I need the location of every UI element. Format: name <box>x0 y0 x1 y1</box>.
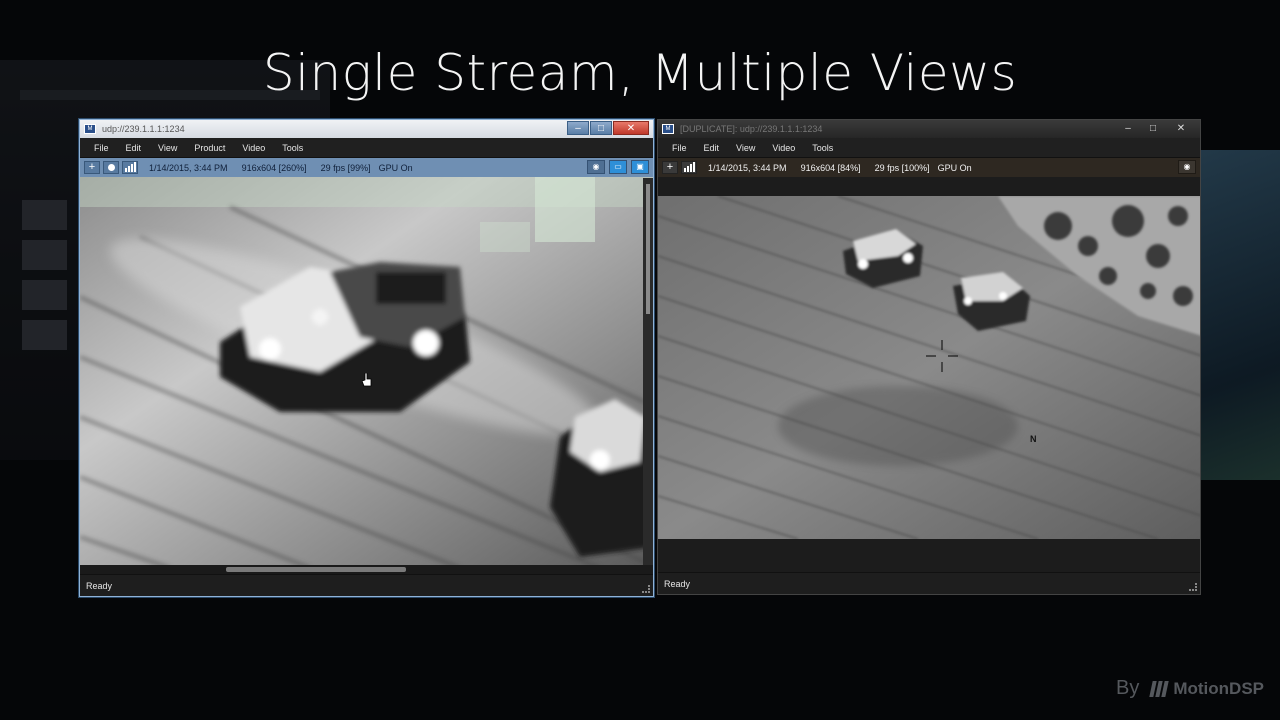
menu-tools[interactable]: Tools <box>282 143 303 153</box>
add-button[interactable]: + <box>662 161 678 174</box>
status-bar: Ready <box>658 572 1200 594</box>
stream-fps: 29 fps [99%] <box>320 162 371 173</box>
maximize-button[interactable]: □ <box>1141 121 1165 135</box>
gpu-status: GPU On <box>937 162 972 173</box>
camera-icon[interactable]: ◉ <box>587 160 605 174</box>
stream-info-bar: + 1/14/2015, 3:44 PM 916x604 [260%] 29 f… <box>80 158 653 177</box>
close-button[interactable]: ✕ <box>1166 121 1196 135</box>
menu-video[interactable]: Video <box>772 143 795 153</box>
stream-datetime: 1/14/2015, 3:44 PM <box>708 162 787 173</box>
title-bar[interactable]: M udp://239.1.1.1:1234 – □ ✕ <box>80 120 653 138</box>
brand-credit: By MotionDSP <box>1116 677 1264 700</box>
menu-edit[interactable]: Edit <box>704 143 720 153</box>
background-map-window <box>1190 150 1280 480</box>
status-bar: Ready <box>80 574 653 596</box>
close-button[interactable]: ✕ <box>613 121 649 135</box>
menu-tools[interactable]: Tools <box>812 143 833 153</box>
menu-edit[interactable]: Edit <box>126 143 142 153</box>
menu-product[interactable]: Product <box>194 143 225 153</box>
video-app-icon: M <box>84 124 96 134</box>
crosshair-reticle-icon <box>926 340 958 372</box>
resize-grip-icon[interactable] <box>1189 583 1197 591</box>
status-text: Ready <box>86 581 113 591</box>
menu-bar: File Edit View Video Tools <box>658 138 1200 158</box>
menu-view[interactable]: View <box>158 143 177 153</box>
credit-by-label: By <box>1116 677 1140 699</box>
motiondsp-logo-icon <box>1149 680 1170 697</box>
record-icon[interactable] <box>103 161 119 174</box>
title-bar[interactable]: M [DUPLICATE]: udp://239.1.1.1:1234 – □ … <box>658 120 1200 138</box>
status-text: Ready <box>664 579 691 589</box>
split-view-icon[interactable]: ▭ <box>609 160 627 174</box>
stream-info-bar: + 1/14/2015, 3:44 PM 916x604 [84%] 29 fp… <box>658 158 1200 177</box>
resize-grip-icon[interactable] <box>642 585 650 593</box>
menu-file[interactable]: File <box>672 143 687 153</box>
menu-file[interactable]: File <box>94 143 109 153</box>
maximize-button[interactable]: □ <box>590 121 612 135</box>
window-title: [DUPLICATE]: udp://239.1.1.1:1234 <box>680 124 823 134</box>
camera-icon[interactable]: ◉ <box>1178 160 1196 174</box>
north-indicator: N <box>1030 434 1037 444</box>
hand-cursor-icon <box>362 373 372 387</box>
player-window-original[interactable]: M udp://239.1.1.1:1234 – □ ✕ File Edit V… <box>79 119 654 597</box>
info-icon[interactable]: ▣ <box>631 160 649 174</box>
credit-brand-label: MotionDSP <box>1173 678 1264 698</box>
window-title: udp://239.1.1.1:1234 <box>102 124 185 134</box>
stream-resolution: 916x604 [260%] <box>241 162 307 173</box>
stream-resolution: 916x604 [84%] <box>800 162 861 173</box>
signal-bars-icon[interactable] <box>122 161 138 174</box>
gpu-status: GPU On <box>378 162 413 173</box>
add-button[interactable]: + <box>84 161 100 174</box>
video-view-zoomed[interactable] <box>80 177 653 568</box>
vertical-scrollbar[interactable] <box>643 178 653 568</box>
stream-fps: 29 fps [100%] <box>874 162 930 173</box>
menu-view[interactable]: View <box>736 143 755 153</box>
signal-bars-icon[interactable] <box>681 161 697 174</box>
slide-title: Single Stream, Multiple Views <box>262 44 1018 102</box>
minimize-button[interactable]: – <box>567 121 589 135</box>
minimize-button[interactable]: – <box>1116 121 1140 135</box>
player-window-duplicate[interactable]: M [DUPLICATE]: udp://239.1.1.1:1234 – □ … <box>657 119 1201 595</box>
video-app-icon: M <box>662 124 674 134</box>
stream-datetime: 1/14/2015, 3:44 PM <box>149 162 228 173</box>
menu-bar: File Edit View Product Video Tools <box>80 138 653 158</box>
horizontal-scrollbar[interactable] <box>80 565 653 574</box>
menu-video[interactable]: Video <box>242 143 265 153</box>
video-view-full[interactable]: N <box>658 196 1200 539</box>
